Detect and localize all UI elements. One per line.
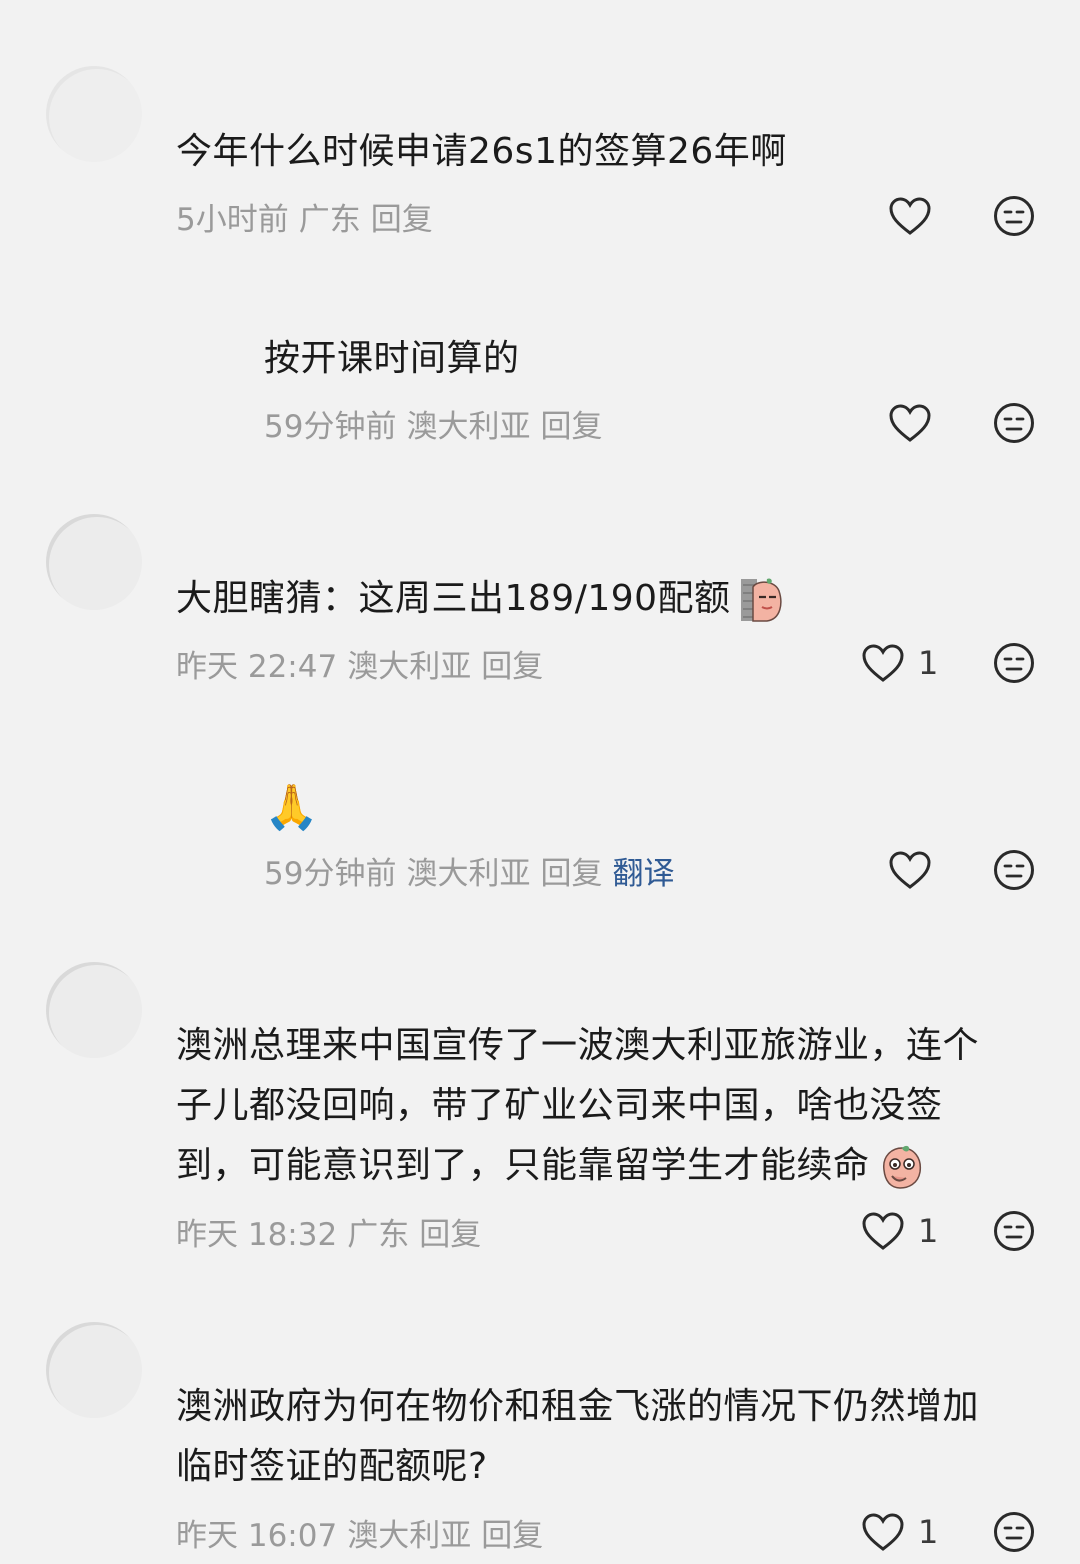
meh-face-icon[interactable] xyxy=(993,1511,1035,1553)
comment-text-line: 到，可能意识到了，只能靠留学生才能续命 xyxy=(176,1136,924,1196)
meh-face-icon[interactable] xyxy=(993,849,1035,891)
comment-meta: 昨天 22:47 澳大利亚 回复 xyxy=(176,641,553,686)
peeking-peach-sticker-icon xyxy=(740,578,782,622)
comment-time: 昨天 22:47 xyxy=(176,649,338,685)
avatar[interactable] xyxy=(46,66,142,162)
comment-text-line: 临时签证的配额呢? xyxy=(176,1446,488,1487)
heart-outline-icon[interactable] xyxy=(861,1211,905,1251)
comment-meta: 5小时前 广东 回复 xyxy=(176,194,443,239)
comment-time: 昨天 18:32 xyxy=(176,1217,338,1253)
meh-face-icon[interactable] xyxy=(993,1210,1035,1252)
translate-button[interactable]: 翻译 xyxy=(612,856,674,892)
comment-location: 澳大利亚 xyxy=(347,1518,472,1554)
comment-time: 5小时前 xyxy=(176,202,289,238)
comment-text-line: 子儿都没回响，带了矿业公司来中国，啥也没签 xyxy=(176,1085,943,1126)
thinking-peach-sticker-icon xyxy=(882,1145,921,1189)
avatar[interactable] xyxy=(46,514,142,610)
heart-outline-icon[interactable] xyxy=(888,196,932,236)
heart-outline-icon[interactable] xyxy=(888,850,932,890)
meh-face-icon[interactable] xyxy=(993,402,1035,444)
comment-location: 广东 xyxy=(347,1217,410,1253)
comment-time: 59分钟前 xyxy=(264,409,397,445)
heart-outline-icon[interactable] xyxy=(861,643,905,683)
reply-button[interactable]: 回复 xyxy=(540,409,602,445)
reply-button[interactable]: 回复 xyxy=(540,856,602,892)
comment-text: 🙏 xyxy=(264,782,320,833)
comment-meta: 昨天 16:07 澳大利亚 回复 xyxy=(176,1510,553,1555)
comment-location: 广东 xyxy=(298,202,361,238)
like-count: 1 xyxy=(918,1212,939,1250)
like-count: 1 xyxy=(918,644,939,682)
comment-text-line: 澳洲政府为何在物价和租金飞涨的情况下仍然增加 xyxy=(176,1386,980,1427)
comment-location: 澳大利亚 xyxy=(347,649,472,685)
reply-button[interactable]: 回复 xyxy=(481,1518,543,1554)
meh-face-icon[interactable] xyxy=(993,642,1035,684)
avatar[interactable] xyxy=(46,962,142,1058)
comment-time: 昨天 16:07 xyxy=(176,1518,338,1554)
heart-outline-icon[interactable] xyxy=(861,1512,905,1552)
comment-time: 59分钟前 xyxy=(264,856,397,892)
reply-button[interactable]: 回复 xyxy=(481,649,543,685)
comment-text-line: 澳洲总理来中国宣传了一波澳大利亚旅游业，连个 xyxy=(176,1025,980,1066)
reply-button[interactable]: 回复 xyxy=(419,1217,481,1253)
reply-button[interactable]: 回复 xyxy=(371,202,433,238)
like-count: 1 xyxy=(918,1513,939,1551)
comment-text: 今年什么时候申请26s1的签算26年啊 xyxy=(176,131,787,172)
comment-text: 大胆瞎猜：这周三出189/190配额 xyxy=(176,569,785,629)
comment-meta: 59分钟前 澳大利亚 回复 xyxy=(264,401,612,446)
heart-outline-icon[interactable] xyxy=(888,403,932,443)
comment-text-content: 大胆瞎猜：这周三出189/190配额 xyxy=(176,578,731,619)
comment-meta: 59分钟前 澳大利亚 回复 翻译 xyxy=(264,848,684,893)
comment-location: 澳大利亚 xyxy=(406,856,531,892)
comment-location: 澳大利亚 xyxy=(406,409,531,445)
comment-text: 按开课时间算的 xyxy=(264,338,520,379)
avatar[interactable] xyxy=(46,1322,142,1418)
meh-face-icon[interactable] xyxy=(993,195,1035,237)
comment-meta: 昨天 18:32 广东 回复 xyxy=(176,1209,491,1254)
comment-text-content: 到，可能意识到了，只能靠留学生才能续命 xyxy=(176,1145,870,1186)
